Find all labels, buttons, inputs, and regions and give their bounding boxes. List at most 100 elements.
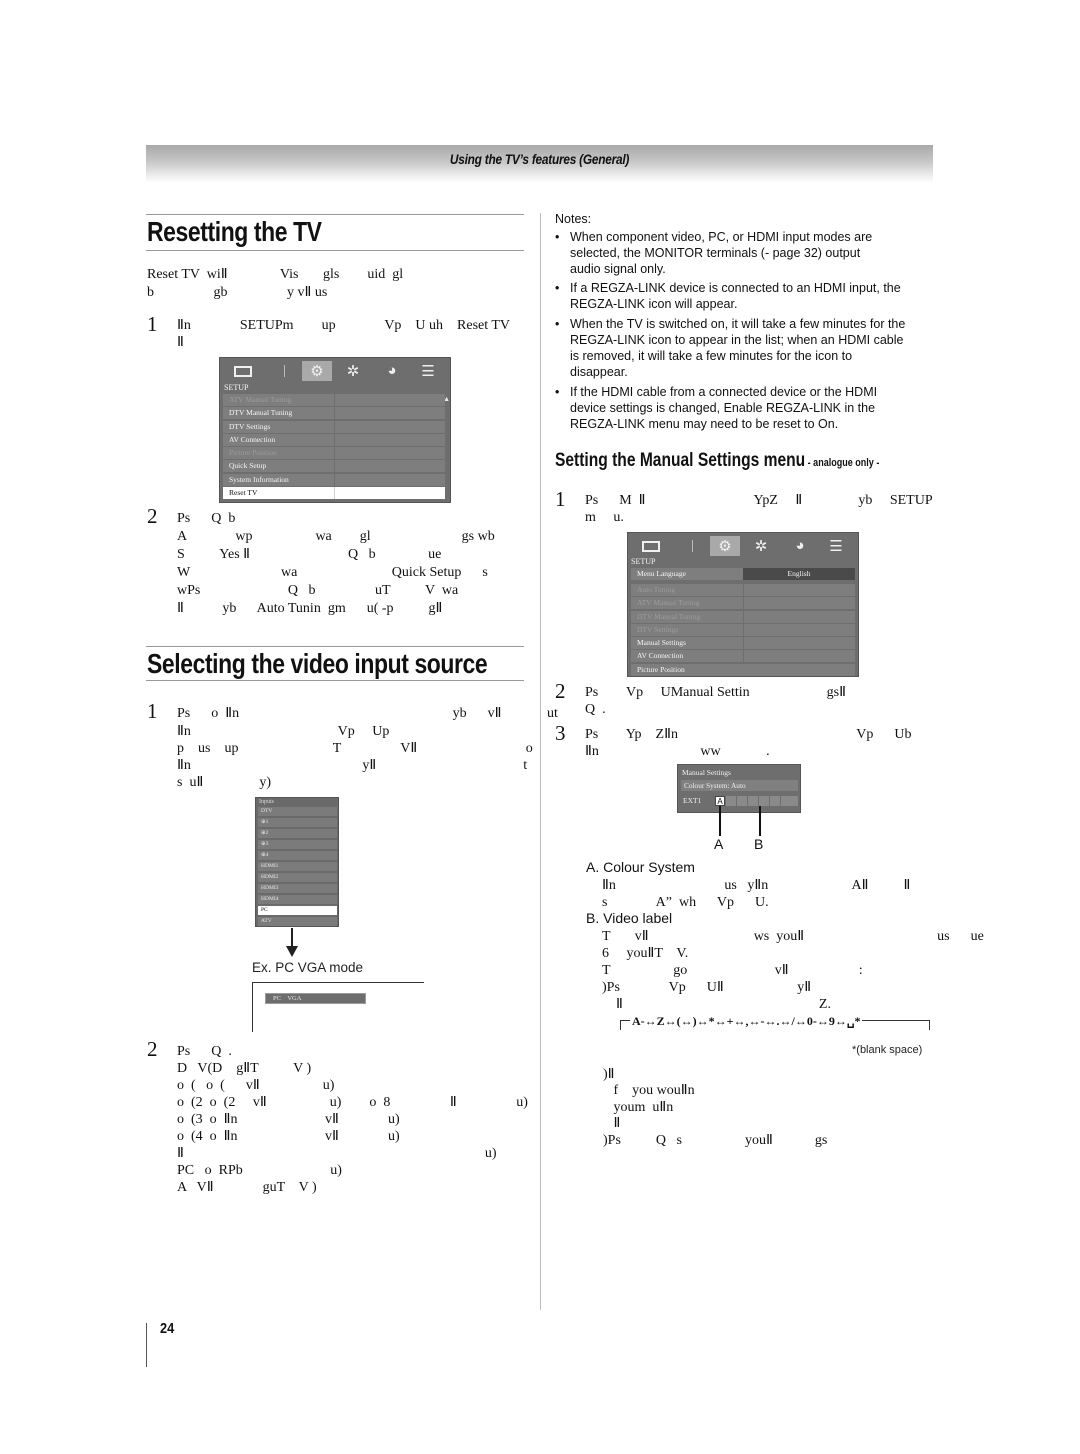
step-number: 2 [555,679,566,703]
video-label-char[interactable] [770,796,780,806]
menu-item-system-information[interactable]: System Information [223,473,445,486]
input-item-4[interactable]: ⊕4 [258,851,337,860]
video-label-text: 6 youⅡT V. [602,946,689,961]
note-item: • When component video, PC, or HDMI inpu… [555,229,935,277]
callout-a: A [714,836,724,852]
callout-b: B [754,836,764,852]
blank-space-note: *(blank space) [852,1044,923,1056]
colour-system-text: Ⅱn us yⅡn AⅡ Ⅱ [602,878,911,893]
menu-icon-bar: ⚙ ✲ ◕ ☰ [220,358,450,384]
menu-item-label: AV Connection [637,651,684,661]
input-item-hdmi3[interactable]: HDMI3 [258,884,337,893]
setup-icon[interactable]: ⚙ [710,536,740,556]
menu-item-label: DTV Manual Tuning [229,408,293,418]
video-label-char[interactable] [748,796,758,806]
bullet-icon: • [555,317,560,331]
menu-item-label: AV Connection [229,434,276,444]
input-item-1[interactable]: ⊕1 [258,818,337,827]
selecting-title: Selecting the video input source [147,648,488,679]
chapter-header-band: Using the TV’s features (General) [146,145,933,183]
menu-item-av-connection[interactable]: AV Connection [223,433,445,446]
step-number: 2 [147,504,158,528]
character-sequence: A-↔Z↔(↔)↔*↔+↔,↔-↔.↔/↔0-↔9↔␣* [630,1014,863,1029]
step-text: o (3 o Ⅱn vⅡ u) [177,1112,400,1127]
video-label-char[interactable] [790,796,798,806]
note-line: disappear. [570,365,628,379]
video-label-char[interactable] [759,796,769,806]
note-line: If a REGZA-LINK device is connected to a… [570,281,901,295]
menu-items: ATV Manual Tuning DTV Manual Tuning DTV … [223,394,445,500]
example-screen-frame [252,982,424,1032]
step-text: W wa Quick Setup s [177,565,488,580]
section-rule-bottom [146,680,524,681]
input-item-hdmi4[interactable]: HDMI4 [258,895,337,904]
video-label-text: T go vⅡ : [602,963,863,978]
ext-label: EXT1 [683,796,702,805]
manual-settings-widget: Manual Settings Colour System: Auto EXT1… [677,764,801,813]
input-item-dtv[interactable]: DTV [258,807,337,816]
step-text: Ⅱ yb Auto Tunin gm u( -p gⅡ [177,601,443,616]
picture-icon[interactable] [228,361,258,381]
colour-system-heading: A. Colour System [586,859,695,875]
menu-item-dtv-settings[interactable]: DTV Settings [631,623,855,636]
resetting-intro-line: b gb y vⅡ us [147,285,328,300]
menu-item-label: Auto Tuning [637,585,676,594]
menu-item-atv-manual-tuning[interactable]: ATV Manual Tuning [631,597,855,610]
menu-item-label: Reset TV [229,488,258,498]
note-item: • When the TV is switched on, it will ta… [555,316,935,380]
example-label: Ex. PC VGA mode [252,960,364,975]
page-number: 24 [160,1320,175,1337]
inputs-title: Inputs [259,799,274,805]
timer-icon[interactable]: ◕ [377,361,407,381]
menu-item-picture-position[interactable]: Picture Position [631,663,855,676]
menu-item-dtv-settings[interactable]: DTV Settings [223,420,445,433]
video-label-text: T vⅡ ws youⅡ us ue [602,929,984,944]
input-item-hdmi1[interactable]: HDMI1 [258,862,337,871]
step-text: PC o RPb u) [177,1163,342,1178]
resetting-title: Resetting the TV [147,216,322,247]
menu-item-manual-settings[interactable]: Manual Settings [631,637,855,650]
video-label-char[interactable] [726,796,736,806]
step-number: 1 [147,312,158,336]
menu-item-picture-position[interactable]: Picture Position [223,447,445,460]
menu-item-auto-tuning[interactable]: Auto Tuning [631,584,855,596]
menu-item-label: Menu Language [637,569,686,578]
menu-item-label: ATV Manual Tuning [229,395,292,404]
menu-item-label: System Information [229,474,289,484]
menu-language-value[interactable]: English [743,568,855,580]
step-text: Ⅱn ww . [585,744,770,759]
step-text: A VⅡ guT V ) [177,1180,317,1195]
sound-icon[interactable]: ☰ [821,536,851,556]
input-item-hdmi2[interactable]: HDMI2 [258,873,337,882]
menu-item-dtv-manual-tuning[interactable]: DTV Manual Tuning [631,610,855,623]
picture-icon[interactable] [636,536,666,556]
video-label-char[interactable] [737,796,747,806]
menu-item-dtv-manual-tuning[interactable]: DTV Manual Tuning [223,407,445,420]
menu-item-label: Picture Position [229,448,277,458]
sound-icon[interactable]: ☰ [413,361,443,381]
preferences-icon[interactable]: ✲ [746,536,776,556]
colour-system-row[interactable]: Colour System: Auto [681,780,798,791]
preferences-icon[interactable]: ✲ [338,361,368,381]
menu-item-label: Manual Settings [637,638,686,648]
manual-settings-title: Setting the Manual Settings menu [555,450,806,471]
step-text: Ps Vp UManual Settin gsⅡ [585,685,846,700]
arrow-down-icon [286,946,298,957]
setup-icon[interactable]: ⚙ [302,361,332,381]
input-item-atv[interactable]: ATV [258,917,337,926]
menu-item-atv-manual-tuning[interactable]: ATV Manual Tuning [223,394,445,406]
input-item-pc[interactable]: PC [258,906,337,915]
video-label-char-1[interactable]: A [715,796,725,806]
timer-icon[interactable]: ◕ [785,536,815,556]
note-line: When the TV is switched on, it will take… [570,317,906,331]
menu-item-reset-tv[interactable]: Reset TV [223,487,445,500]
input-item-3[interactable]: ⊕3 [258,840,337,849]
menu-item-av-connection[interactable]: AV Connection [631,650,855,663]
note-line: is removed, it will take a few minutes f… [570,349,853,363]
menu-item-quick-setup[interactable]: Quick Setup [223,460,445,473]
menu-item-menu-language[interactable]: Menu Language English [631,568,855,580]
input-item-2[interactable]: ⊕2 [258,829,337,838]
step-text: o ( o ( vⅡ u) [177,1078,335,1093]
icon-separator [284,365,285,377]
step-number: 2 [147,1037,158,1061]
